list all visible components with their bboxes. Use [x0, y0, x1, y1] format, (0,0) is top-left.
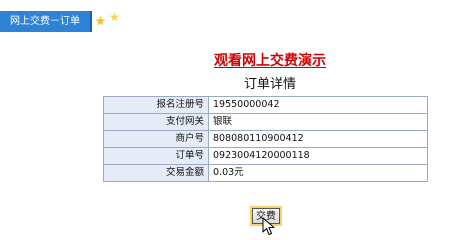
merchant-number-value: 808080110900412 [208, 130, 428, 148]
order-number-label: 订单号 [103, 147, 209, 165]
merchant-number-label: 商户号 [103, 130, 209, 148]
tab-online-payment-order[interactable]: 网上交费－订单 [0, 11, 92, 32]
registration-number-value: 19550000042 [208, 96, 428, 114]
registration-number-label: 报名注册号 [103, 96, 209, 114]
order-details-table: 报名注册号 19550000042 支付网关 银联 商户号 8080801109… [103, 96, 428, 182]
transaction-amount-label: 交易金额 [103, 164, 209, 182]
table-row: 商户号 808080110900412 [103, 130, 428, 148]
table-row: 报名注册号 19550000042 [103, 96, 428, 114]
order-number-value: 0923004120000118 [208, 147, 428, 165]
table-row: 订单号 0923004120000118 [103, 147, 428, 165]
watch-demo-link[interactable]: 观看网上交费演示 [0, 50, 460, 70]
transaction-amount-value: 0.03元 [208, 164, 428, 182]
mouse-pointer-icon [262, 217, 275, 235]
payment-gateway-label: 支付网关 [103, 113, 209, 131]
star-icon: ★ [109, 10, 120, 24]
order-page: 网上交费－订单 ★ ★ 观看网上交费演示 订单详情 报名注册号 19550000… [0, 0, 460, 240]
page-title: 订单详情 [243, 77, 296, 92]
star-icon: ★ [95, 14, 106, 28]
table-row: 交易金额 0.03元 [103, 164, 428, 182]
table-row: 支付网关 银联 [103, 113, 428, 131]
payment-gateway-value: 银联 [208, 113, 428, 131]
